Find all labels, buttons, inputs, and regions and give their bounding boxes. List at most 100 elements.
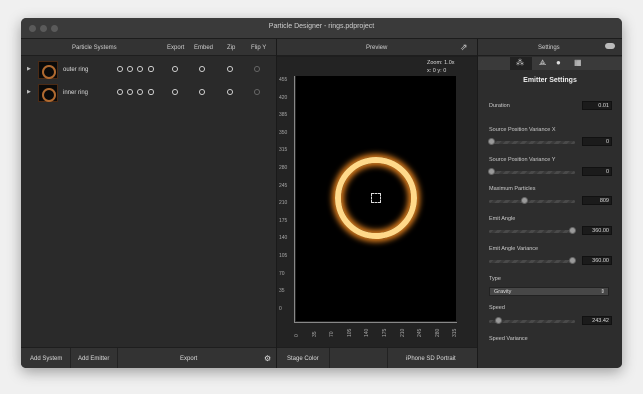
eye-icon[interactable] xyxy=(148,89,154,95)
flip-y-radio[interactable] xyxy=(254,89,260,95)
target-icon[interactable] xyxy=(117,89,123,95)
y-tick-label: 315 xyxy=(279,147,288,154)
slider-knob[interactable] xyxy=(488,168,495,175)
y-tick-label: 0 xyxy=(279,305,282,312)
x-tick-label: 280 xyxy=(434,328,441,337)
emitter-tab-icon: ⁂ xyxy=(516,58,524,67)
duration-field[interactable]: 0.01 xyxy=(582,101,612,110)
record-icon[interactable] xyxy=(137,66,143,72)
y-tick-label: 210 xyxy=(279,200,288,207)
col-embed: Embed xyxy=(194,45,214,51)
y-tick-label: 245 xyxy=(279,182,288,189)
refresh-icon[interactable] xyxy=(127,89,133,95)
preview-title: Preview xyxy=(366,45,388,51)
col-export: Export xyxy=(167,45,185,51)
y-tick-label: 140 xyxy=(279,235,288,242)
emit-angle-var-field[interactable]: 360.00 xyxy=(582,256,612,265)
eye-icon[interactable] xyxy=(148,66,154,72)
cloud-icon[interactable] xyxy=(605,43,615,49)
settings-pane: Settings ⁂ ⟁ ● ▦ Emitter Settings Durati… xyxy=(478,39,622,368)
settings-title: Settings xyxy=(538,45,560,51)
pos-var-x-slider[interactable] xyxy=(488,138,575,145)
record-icon[interactable] xyxy=(137,89,143,95)
title-bar: Particle Designer - rings.pdproject xyxy=(21,18,622,39)
embed-check-icon[interactable] xyxy=(199,89,205,95)
embed-check-icon[interactable] xyxy=(199,66,205,72)
zoom-readout: Zoom: 1.0x xyxy=(427,60,455,66)
zip-check-icon[interactable] xyxy=(227,66,233,72)
preview-header: Preview ⇗ xyxy=(277,39,477,56)
emit-angle-label: Emit Angle xyxy=(489,216,516,222)
type-select[interactable]: Gravity ⇕ xyxy=(489,287,609,296)
tab-color-icon[interactable]: ● xyxy=(556,58,561,67)
disclosure-triangle-icon[interactable]: ▶ xyxy=(27,66,31,72)
max-particles-field[interactable]: 809 xyxy=(582,196,612,205)
speed-label: Speed xyxy=(489,305,505,311)
target-icon[interactable] xyxy=(117,66,123,72)
max-particles-slider[interactable] xyxy=(489,197,575,204)
pos-var-y-label: Source Position Variance Y xyxy=(489,157,556,163)
particle-systems-header: Particle Systems Export Embed Zip Flip Y xyxy=(21,39,276,56)
share-icon[interactable]: ⇗ xyxy=(460,42,468,53)
device-selector[interactable]: iPhone SD Portrait xyxy=(406,356,456,362)
y-tick-label: 455 xyxy=(279,77,288,83)
emit-angle-slider[interactable] xyxy=(489,227,576,234)
flip-y-radio[interactable] xyxy=(254,66,260,72)
y-tick-label: 420 xyxy=(279,94,288,101)
export-button[interactable]: Export xyxy=(180,356,197,362)
disclosure-triangle-icon[interactable]: ▶ xyxy=(27,89,31,95)
emitter-position-icon[interactable] xyxy=(371,193,381,203)
system-row-inner-ring[interactable]: ▶ inner ring xyxy=(21,82,276,103)
y-tick-label: 280 xyxy=(279,165,288,171)
export-check-icon[interactable] xyxy=(172,89,178,95)
pos-var-y-slider[interactable] xyxy=(488,168,575,175)
particle-systems-pane: Particle Systems Export Embed Zip Flip Y… xyxy=(21,39,276,368)
x-tick-label: 140 xyxy=(364,328,371,337)
x-tick-label: 105 xyxy=(346,328,353,337)
x-tick-label: 175 xyxy=(382,328,388,337)
app-window: Particle Designer - rings.pdproject Part… xyxy=(21,18,622,368)
export-check-icon[interactable] xyxy=(172,66,178,72)
col-zip: Zip xyxy=(227,45,236,51)
emit-angle-field[interactable]: 360.00 xyxy=(582,226,612,235)
slider-knob[interactable] xyxy=(569,227,576,234)
x-tick-label: 0 xyxy=(294,334,300,337)
add-emitter-button[interactable]: Add Emitter xyxy=(78,356,109,362)
ring-thumbnail xyxy=(38,61,58,79)
slider-knob[interactable] xyxy=(488,138,495,145)
y-axis-line xyxy=(294,76,295,322)
emit-angle-var-slider[interactable] xyxy=(489,257,576,264)
speed-slider[interactable] xyxy=(489,317,575,324)
preview-pane: Preview ⇗ Zoom: 1.0x x: 0 y: 0 455 420 385… xyxy=(277,39,477,368)
speed-field[interactable]: 243.42 xyxy=(582,316,612,325)
coords-readout: x: 0 y: 0 xyxy=(427,68,447,74)
system-row-outer-ring[interactable]: ▶ outer ring xyxy=(21,59,276,80)
y-tick-label: 35 xyxy=(279,288,285,295)
zip-check-icon[interactable] xyxy=(227,89,233,95)
pos-var-x-field[interactable]: 0 xyxy=(582,137,612,146)
x-tick-label: 245 xyxy=(417,328,424,337)
x-tick-label: 35 xyxy=(311,331,318,337)
tab-particle-icon[interactable]: ⟁ xyxy=(539,58,546,68)
pos-var-y-field[interactable]: 0 xyxy=(582,167,612,176)
gear-icon[interactable]: ⚙ xyxy=(264,354,271,363)
x-tick-label: 70 xyxy=(329,331,336,337)
slider-knob[interactable] xyxy=(521,197,528,204)
type-label: Type xyxy=(489,276,501,282)
slider-knob[interactable] xyxy=(569,257,576,264)
y-tick-label: 105 xyxy=(279,253,288,259)
slider-knob[interactable] xyxy=(495,317,502,324)
stage-color-button[interactable]: Stage Color xyxy=(287,356,319,362)
y-tick-label: 385 xyxy=(279,112,288,119)
window-title: Particle Designer - rings.pdproject xyxy=(268,23,375,30)
refresh-icon[interactable] xyxy=(127,66,133,72)
tab-texture-icon[interactable]: ▦ xyxy=(574,58,582,67)
add-system-button[interactable]: Add System xyxy=(30,356,62,362)
x-axis: 0 35 70 105 140 175 210 245 280 315 xyxy=(277,323,477,343)
y-tick-label: 175 xyxy=(279,217,288,224)
emit-angle-var-label: Emit Angle Variance xyxy=(489,246,539,252)
stage-canvas[interactable] xyxy=(296,76,456,321)
settings-tabbar: ⁂ ⟁ ● ▦ xyxy=(478,57,622,70)
chevron-updown-icon: ⇕ xyxy=(600,289,605,295)
y-tick-label: 70 xyxy=(279,270,285,277)
